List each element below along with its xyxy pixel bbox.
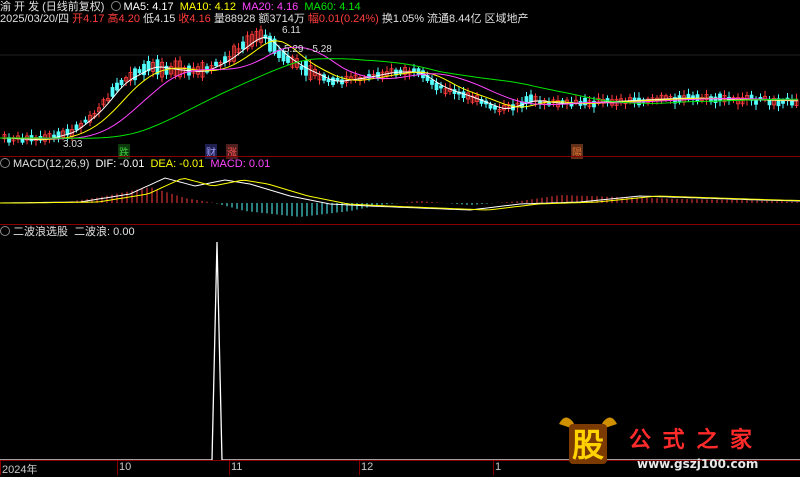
macd-chart[interactable] — [0, 156, 800, 226]
candle-body — [277, 50, 281, 58]
ma20-line — [0, 46, 799, 140]
candle-body — [83, 119, 88, 123]
candlestick-chart[interactable] — [0, 0, 800, 156]
candle-body — [299, 65, 304, 70]
macd-dif-line — [0, 177, 800, 211]
candle-body — [326, 79, 331, 83]
logo-url: www.gszj100.com — [637, 457, 759, 471]
candle-body — [331, 77, 335, 85]
low-price-label: 3.03 — [63, 139, 83, 150]
candle-body — [529, 94, 533, 103]
macd-dea-line — [0, 177, 800, 211]
logo-brand: 公 式 之 家 — [629, 428, 754, 453]
candle-body — [110, 87, 115, 97]
price-range-label: 5.29 - 5.28 — [284, 44, 332, 55]
candle-body — [241, 41, 245, 50]
candle-body — [439, 85, 443, 89]
candle-body — [583, 97, 587, 106]
peak-price-label: 6.11 — [282, 25, 301, 36]
candle-body — [718, 93, 722, 101]
candle-body — [430, 79, 434, 85]
candle-body — [56, 131, 61, 140]
x-axis-label: 2024年 — [2, 464, 38, 476]
candle-body — [412, 68, 416, 72]
candle-body — [434, 82, 439, 91]
site-logo: 股 公 式 之 家 www.gszj100.com — [555, 410, 800, 476]
ma5-line — [0, 36, 799, 141]
x-axis-label: 11 — [231, 461, 243, 473]
logo-glyph: 股 — [572, 426, 604, 464]
x-axis-label: 1 — [495, 461, 502, 473]
candle-body — [461, 91, 466, 99]
candle-body — [115, 82, 119, 91]
candle-body — [20, 138, 25, 143]
candle-body — [214, 61, 218, 67]
candle-body — [340, 79, 344, 85]
candle-body — [781, 100, 785, 104]
candle-body — [493, 105, 497, 110]
candle-body — [488, 104, 493, 109]
candle-body — [74, 124, 79, 131]
candle-body — [137, 69, 142, 74]
x-axis-label: 12 — [361, 461, 374, 473]
candle-body — [119, 79, 124, 86]
candle-body — [713, 96, 718, 103]
x-axis-label: 10 — [119, 461, 132, 473]
